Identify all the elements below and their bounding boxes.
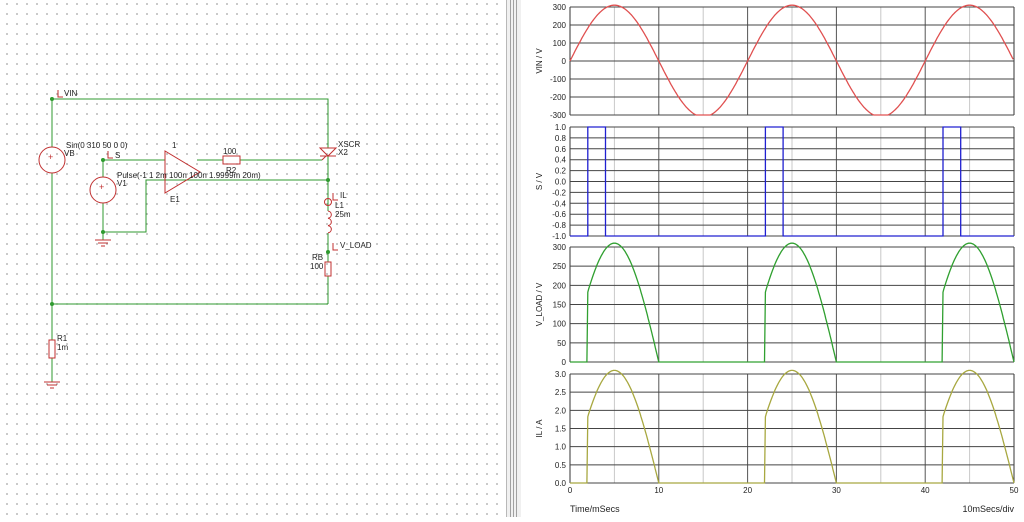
x-tick-label: 40 [921,486,930,495]
schematic: + + VIN S IL V_LOAD Sin(0 310 50 0 0) VB… [38,89,372,389]
vb-source[interactable]: + [38,146,66,174]
v1-source[interactable]: + [89,176,117,204]
probe-flag-icons [57,90,338,251]
ground-icon [95,239,111,247]
y-tick-label: 0.4 [555,156,567,165]
rb-value: 100 [310,262,324,271]
plot-panel-3[interactable]: 3.0 2.5 2.0 1.5 1.0 0.5 0.0 IL / A [535,369,1015,488]
svg-text:+: + [48,152,53,162]
vload-label: V_LOAD [340,241,372,250]
y-tick-label: 250 [553,262,567,271]
x2-name: X2 [338,148,348,157]
y-tick-label: 300 [553,3,567,12]
r2-value: 100 [223,147,237,156]
r1-value: 1m [57,343,68,352]
s-label: S [115,151,120,160]
vb-value: Sin(0 310 50 0 0) [66,141,128,150]
y-tick-label: 1.0 [555,443,567,452]
r2-name: R2 [226,166,237,175]
y-tick-label: 200 [553,281,567,290]
y-tick-label: -300 [550,111,567,120]
junctions [50,97,330,306]
l1-inductor[interactable] [327,210,332,234]
x-tick-label: 10 [654,486,663,495]
y-tick-label: 1.5 [555,425,567,434]
schematic-canvas[interactable]: + + VIN S IL V_LOAD Sin(0 310 50 0 0) VB… [0,0,506,517]
y-tick-label: 100 [553,320,567,329]
y-axis-title: V_LOAD / V [535,282,544,326]
r1-name: R1 [57,334,68,343]
y-tick-label: 3.0 [555,370,567,379]
y-tick-label: 150 [553,301,567,310]
y-tick-label: -100 [550,75,567,84]
vin-label: VIN [64,89,78,98]
l1-value: 25m [335,210,351,219]
svg-text:+: + [99,182,104,192]
y-tick-label: -0.4 [552,199,566,208]
plot-panel-0[interactable]: 300 200 100 0 -100 -200 -300 VIN / V [535,3,1015,120]
x-tick-label: 50 [1010,486,1019,495]
il-label: IL [340,191,347,200]
r1-resistor[interactable] [48,339,56,359]
v1-value: Pulse(-1 1 2m 100n 100n 1.9999m 20m) [117,171,261,180]
y-tick-label: -1.0 [552,232,566,241]
y-axis-title: VIN / V [535,48,544,74]
y-tick-label: 0.2 [555,167,567,176]
rb-name: RB [312,253,323,262]
e1-gain: 1 [172,141,177,150]
y-tick-label: 0.0 [555,479,567,488]
y-tick-label: 200 [553,21,567,30]
y-tick-label: 0.5 [555,461,567,470]
x-tick-label: 30 [832,486,841,495]
y-tick-label: 0.8 [555,134,567,143]
waveform-viewer[interactable]: Time/mSecs 10mSecs/div 300 200 100 0 -100 -20… [521,0,1024,517]
pane-splitter[interactable] [506,0,522,517]
y-tick-label: -0.2 [552,188,566,197]
plot-panel-2[interactable]: 300 250 200 150 100 50 0 V_LOAD / V [535,242,1015,367]
time-scale-label: 10mSecs/div [962,504,1014,514]
y-tick-label: 0 [562,358,567,367]
y-tick-label: 1.0 [555,123,567,132]
x-axis-label: Time/mSecs [570,504,620,514]
v1-name: V1 [117,179,127,188]
y-tick-label: -200 [550,93,567,102]
y-axis-title: S / V [535,172,544,190]
y-tick-label: 0.6 [555,145,567,154]
l1-name: L1 [335,201,344,210]
e1-name: E1 [170,195,180,204]
ground-icon [44,381,60,389]
y-tick-label: 300 [553,243,567,252]
vb-name: VB [64,149,75,158]
y-tick-label: -0.8 [552,221,566,230]
rb-resistor[interactable] [324,261,332,277]
x-tick-label: 0 [568,486,573,495]
y-tick-label: 100 [553,39,567,48]
waveform-plots: Time/mSecs 10mSecs/div 3002001000-100-20… [535,3,1019,514]
y-axis-title: IL / A [535,419,544,438]
x-tick-label: 20 [743,486,752,495]
r2-resistor[interactable] [222,155,241,165]
y-tick-label: 50 [557,339,566,348]
y-tick-label: 2.5 [555,388,567,397]
y-tick-label: 2.0 [555,406,567,415]
y-tick-label: 0.0 [555,178,567,187]
y-tick-label: -0.6 [552,210,566,219]
plot-panel-1[interactable]: 1.0 0.8 0.6 0.4 0.2 0.0-0.2 -0.4 -0.6 -0.8 -1.0 S … [535,123,1015,241]
y-tick-label: 0 [562,57,567,66]
